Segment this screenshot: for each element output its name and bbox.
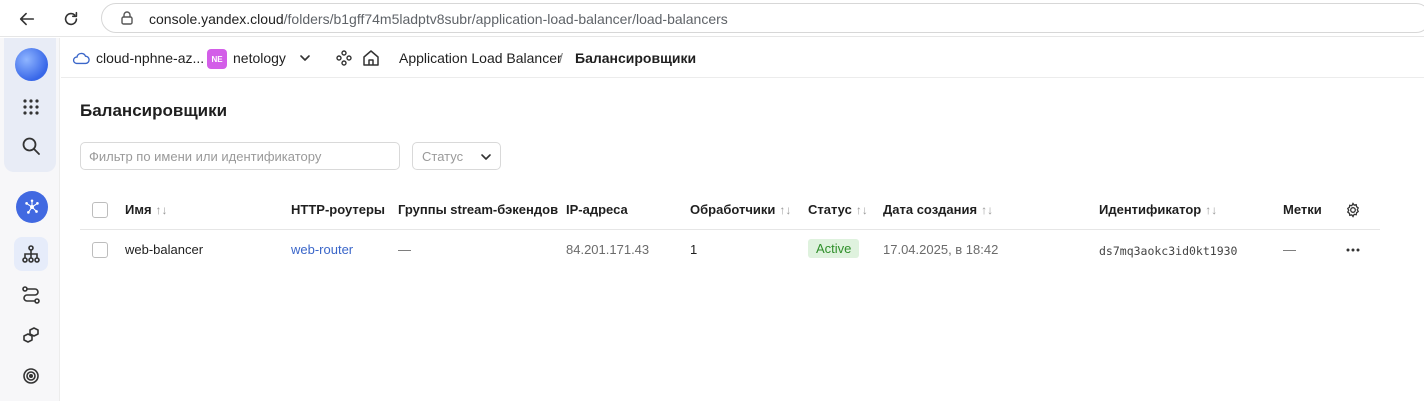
cloud-icon xyxy=(72,52,90,65)
address-bar[interactable]: console.yandex.cloud/folders/b1gff74m5la… xyxy=(101,3,1424,33)
row-checkbox[interactable] xyxy=(92,242,108,258)
status-filter-select[interactable]: Статус xyxy=(412,142,501,170)
target-groups-nav-item[interactable] xyxy=(14,359,48,393)
back-button[interactable] xyxy=(14,6,40,32)
http-routers-nav-item[interactable] xyxy=(14,278,48,312)
search-icon xyxy=(22,137,40,155)
chevron-down-icon xyxy=(481,154,491,160)
sort-icon[interactable]: ↑↓ xyxy=(779,203,791,217)
balancer-service-icon xyxy=(25,199,39,214)
page-title: Балансировщики xyxy=(80,101,228,120)
gear-icon[interactable] xyxy=(1345,202,1361,218)
breadcrumb-separator: / xyxy=(559,50,563,66)
balancer-name[interactable]: web-balancer xyxy=(125,242,203,257)
cubes-icon xyxy=(23,327,39,343)
sort-icon[interactable]: ↑↓ xyxy=(856,203,868,217)
column-header-created[interactable]: Дата создания ↑↓ xyxy=(883,202,993,217)
backend-groups-nav-item[interactable] xyxy=(14,318,48,352)
column-header-id[interactable]: Идентификатор ↑↓ xyxy=(1099,202,1217,217)
table-header: Имя ↑↓ HTTP-роутеры Группы stream-бэкендо… xyxy=(80,190,1380,230)
select-all-checkbox[interactable] xyxy=(92,202,108,218)
home-icon[interactable] xyxy=(362,49,380,67)
breadcrumb-current: Балансировщики xyxy=(575,50,697,66)
lock-icon xyxy=(121,11,133,25)
reload-icon xyxy=(64,11,78,26)
folder-avatar: NE xyxy=(207,49,227,69)
status-filter-label: Статус xyxy=(422,149,464,164)
reload-button[interactable] xyxy=(58,6,84,32)
sort-icon[interactable]: ↑↓ xyxy=(981,203,993,217)
browser-toolbar: console.yandex.cloud/folders/b1gff74m5la… xyxy=(0,0,1424,37)
more-actions-icon[interactable] xyxy=(1344,242,1362,258)
folder-selector[interactable]: netology xyxy=(233,50,286,66)
left-rail xyxy=(0,38,60,401)
column-header-name[interactable]: Имя ↑↓ xyxy=(125,202,168,217)
stream-groups-value: — xyxy=(398,242,411,257)
route-icon xyxy=(22,286,40,304)
hierarchy-icon xyxy=(22,245,40,263)
created-date: 17.04.2025, в 18:42 xyxy=(883,242,999,257)
http-router-link[interactable]: web-router xyxy=(291,242,353,257)
target-icon xyxy=(23,368,39,384)
listeners-count: 1 xyxy=(690,242,698,257)
breadcrumb-service[interactable]: Application Load Balancer xyxy=(399,50,562,66)
labels-value: — xyxy=(1283,242,1296,257)
cloud-selector[interactable]: cloud-nphne-az... xyxy=(96,50,204,66)
column-header-labels: Метки xyxy=(1283,202,1322,217)
column-header-status[interactable]: Статус ↑↓ xyxy=(808,202,868,217)
table-row[interactable]: web-balancer web-router — 84.201.171.43 … xyxy=(80,230,1380,271)
services-grid-button[interactable] xyxy=(14,90,48,124)
balancer-id: ds7mq3aokc3id0kt1930 xyxy=(1099,244,1238,258)
load-balancers-nav-item[interactable] xyxy=(14,237,48,271)
chevron-down-icon[interactable] xyxy=(298,51,312,65)
column-header-stream-groups: Группы stream-бэкендов xyxy=(398,202,559,217)
breadcrumb: cloud-nphne-az... NE netology Applicatio… xyxy=(61,38,1424,78)
arrow-left-icon xyxy=(19,12,35,26)
yandex-cloud-logo-icon[interactable] xyxy=(15,48,48,81)
status-badge: Active xyxy=(808,239,860,258)
service-switch-icon[interactable] xyxy=(335,49,353,67)
sort-icon[interactable]: ↑↓ xyxy=(156,203,168,217)
ip-address: 84.201.171.43 xyxy=(566,242,650,257)
search-button[interactable] xyxy=(14,129,48,163)
column-header-http-routers: HTTP-роутеры xyxy=(291,202,386,217)
url-text: console.yandex.cloud/folders/b1gff74m5la… xyxy=(149,11,728,27)
column-header-ip: IP-адреса xyxy=(566,202,628,217)
grid-icon xyxy=(23,99,39,115)
column-header-listeners[interactable]: Обработчики ↑↓ xyxy=(690,202,791,217)
search-input[interactable] xyxy=(80,142,400,170)
alb-service-button[interactable] xyxy=(16,191,48,223)
sort-icon[interactable]: ↑↓ xyxy=(1205,203,1217,217)
